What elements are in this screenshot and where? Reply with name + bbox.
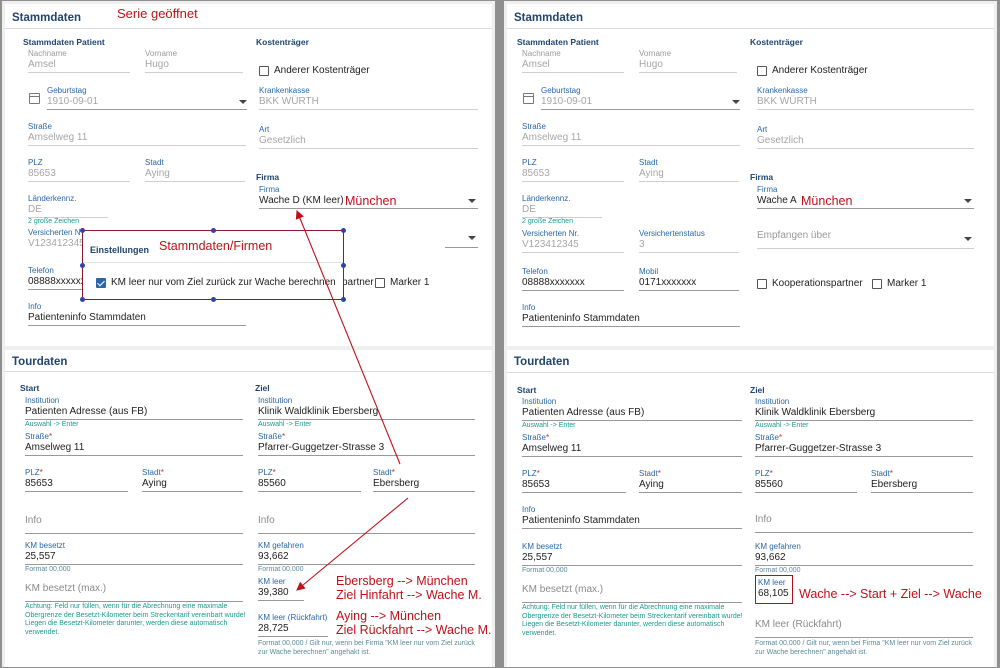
arrow-to-firma xyxy=(295,209,401,465)
annotation-arrows xyxy=(295,209,409,591)
arrow-to-km-leer xyxy=(296,497,409,591)
